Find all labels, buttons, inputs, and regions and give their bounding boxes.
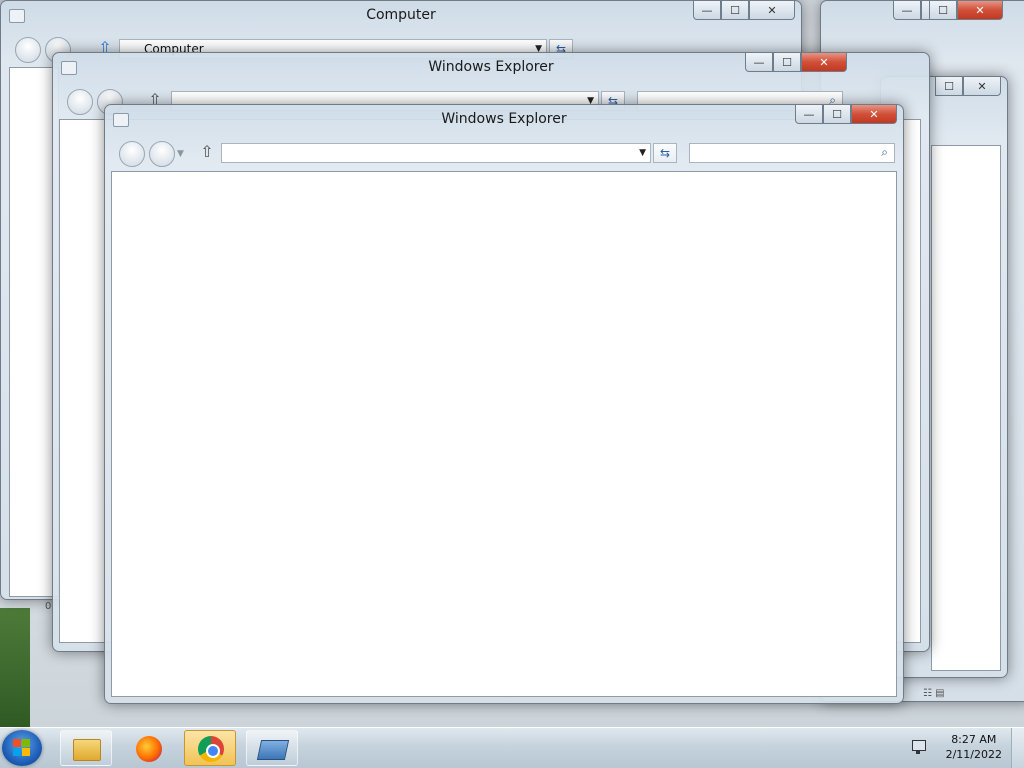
explorer-icon (73, 739, 101, 761)
chrome-icon (198, 736, 224, 762)
maximize-button[interactable]: ☐ (721, 1, 749, 20)
caption-buttons: — ☐ ✕ (795, 105, 897, 125)
minimize-button[interactable]: — (795, 105, 823, 124)
clock-date: 2/11/2022 (945, 748, 1002, 761)
maximize-button[interactable]: ☐ (935, 77, 963, 96)
content-pane (931, 145, 1001, 671)
desktop-wallpaper-strip (0, 608, 30, 728)
clock[interactable]: 8:27 AM 2/11/2022 (946, 732, 1002, 762)
back-button[interactable] (15, 37, 41, 63)
close-button[interactable]: ✕ (749, 1, 795, 20)
chevron-down-icon[interactable]: ▼ (639, 144, 646, 162)
taskbar-firefox-button[interactable] (122, 730, 174, 766)
taskbar-chrome-button[interactable] (184, 730, 236, 766)
window-title: Windows Explorer (441, 111, 567, 127)
close-button[interactable]: ✕ (957, 1, 1003, 20)
content-pane (111, 171, 897, 697)
search-input[interactable]: ⌕ (689, 143, 895, 163)
explorer-window-icon (256, 740, 290, 760)
network-icon[interactable] (910, 740, 926, 754)
start-button[interactable] (2, 730, 42, 766)
explorer-window-front[interactable]: Windows Explorer — ☐ ✕ ▼ ⇧ ▼ ⇆ ⌕ (104, 104, 904, 704)
taskbar-explorer-window-button[interactable] (246, 730, 298, 766)
show-desktop-button[interactable] (1011, 728, 1024, 768)
taskbar: 8:27 AM 2/11/2022 (0, 727, 1024, 768)
view-icons[interactable]: ☷ ▤ (923, 688, 945, 699)
maximize-button[interactable]: ☐ (773, 53, 801, 72)
caption-buttons: — ☐ ✕ (693, 1, 795, 21)
history-dropdown-icon[interactable]: ▼ (177, 149, 184, 159)
windows-logo-icon (13, 739, 31, 757)
status-text: 0 (45, 601, 52, 612)
system-tray: 8:27 AM 2/11/2022 (904, 728, 1024, 768)
window-title: Computer (366, 7, 436, 23)
taskbar-explorer-button[interactable] (60, 730, 112, 766)
back-button[interactable] (119, 141, 145, 167)
minimize-button[interactable]: — (693, 1, 721, 20)
minimize-button[interactable]: — (893, 1, 921, 20)
maximize-button[interactable]: ☐ (823, 105, 851, 124)
caption-buttons-2: ☐ ✕ (929, 1, 1003, 21)
close-button[interactable]: ✕ (851, 105, 897, 124)
maximize-button[interactable]: ☐ (929, 1, 957, 20)
forward-button[interactable] (149, 141, 175, 167)
refresh-button[interactable]: ⇆ (653, 143, 677, 163)
close-button[interactable]: ✕ (801, 53, 847, 72)
caption-buttons: ☐ ✕ (935, 77, 1001, 97)
up-arrow-icon[interactable]: ⇧ (199, 143, 215, 161)
minimize-button[interactable]: — (745, 53, 773, 72)
clock-time: 8:27 AM (951, 733, 997, 746)
caption-buttons: — ☐ ✕ (745, 53, 847, 73)
search-icon: ⌕ (881, 145, 888, 159)
close-button[interactable]: ✕ (963, 77, 1001, 96)
back-button[interactable] (67, 89, 93, 115)
firefox-icon (136, 736, 162, 762)
address-bar[interactable]: ▼ (221, 143, 651, 163)
